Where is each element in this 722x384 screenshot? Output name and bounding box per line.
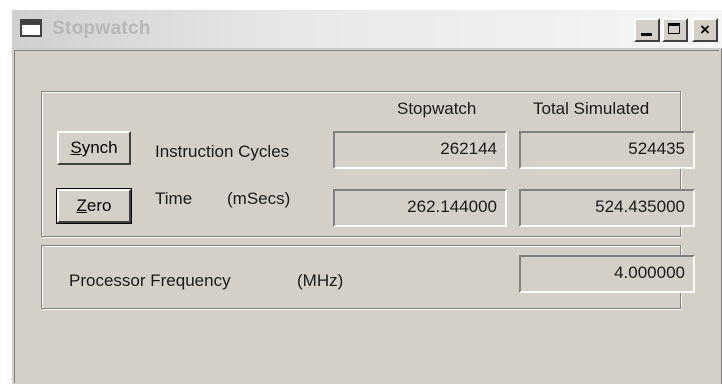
zero-button-label: ero [86,196,112,215]
minimize-icon [641,33,652,36]
title-bar[interactable]: Stopwatch × [12,10,722,49]
synch-button-mnemonic: S [70,138,82,157]
window-title: Stopwatch [52,18,151,39]
stopwatch-window: Stopwatch × Stopwatch Total Simulated Sy… [10,8,722,384]
close-icon: × [700,20,710,39]
processor-frequency-unit: (MHz) [297,271,344,290]
processor-frequency-label: Processor Frequency [69,271,231,290]
close-button[interactable]: × [692,18,718,42]
instruction-cycles-total-field: 524435 [519,131,695,169]
time-stopwatch-field: 262.144000 [333,189,507,227]
processor-frequency-field: 4.000000 [519,255,695,293]
time-label: Time [155,189,193,208]
synch-button-label: ynch [81,138,118,157]
column-header-stopwatch: Stopwatch [397,99,477,118]
maximize-button[interactable] [662,18,688,42]
time-total-field: 524.435000 [519,189,695,227]
zero-button-mnemonic: Z [76,196,87,215]
synch-button[interactable]: Synch [57,131,131,165]
zero-button[interactable]: Zero [56,188,132,224]
minimize-button[interactable] [634,18,660,42]
column-header-total-simulated: Total Simulated [533,99,650,118]
instruction-cycles-stopwatch-field: 262144 [333,131,507,169]
time-unit-label: (mSecs) [227,189,291,208]
maximize-icon [668,23,680,34]
instruction-cycles-label: Instruction Cycles [155,142,290,161]
window-client-area: Stopwatch Total Simulated Synch Instruct… [14,50,719,383]
app-window-icon[interactable] [20,19,42,37]
